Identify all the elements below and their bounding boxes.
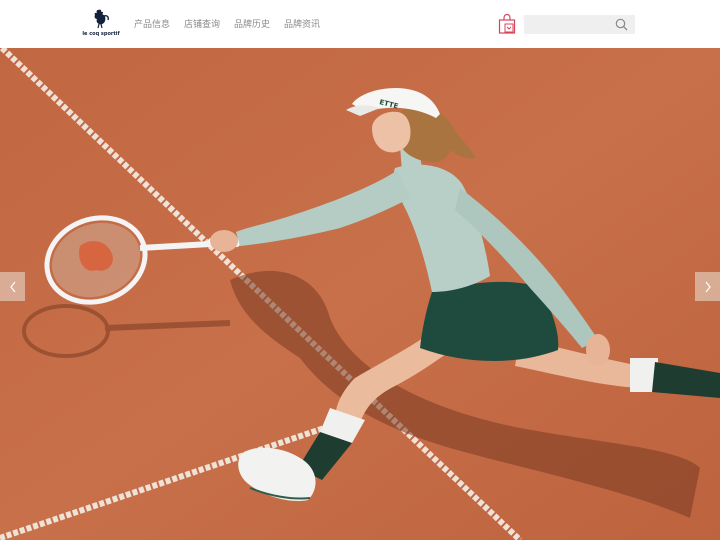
- chevron-right-icon: [705, 281, 711, 292]
- nav-item-brand-news[interactable]: 品牌资讯: [284, 19, 320, 31]
- logo-text: le coq sportif: [82, 31, 120, 37]
- carousel-next-button[interactable]: [695, 272, 720, 301]
- search-input[interactable]: [524, 15, 612, 34]
- site-header: le coq sportif 产品信息 店铺查询 品牌历史 品牌资讯: [0, 0, 720, 48]
- hero-image: ETTE: [0, 48, 720, 540]
- chevron-left-icon: [9, 281, 15, 292]
- nav-item-store-locator[interactable]: 店铺查询: [184, 19, 220, 31]
- shopping-bag-button[interactable]: [497, 13, 517, 35]
- rooster-logo-icon: [94, 9, 109, 29]
- hero-banner[interactable]: ETTE: [0, 48, 720, 540]
- nav-item-products[interactable]: 产品信息: [134, 19, 170, 31]
- search-icon[interactable]: [615, 18, 628, 31]
- main-nav: 产品信息 店铺查询 品牌历史 品牌资讯: [134, 19, 320, 31]
- brand-logo[interactable]: le coq sportif: [82, 8, 120, 40]
- player-hand-front: [210, 230, 238, 252]
- player-hand-back: [586, 334, 610, 366]
- shopping-bag-icon: [498, 13, 516, 34]
- carousel-prev-button[interactable]: [0, 272, 25, 301]
- nav-item-brand-history[interactable]: 品牌历史: [234, 19, 270, 31]
- search-box: [524, 15, 635, 34]
